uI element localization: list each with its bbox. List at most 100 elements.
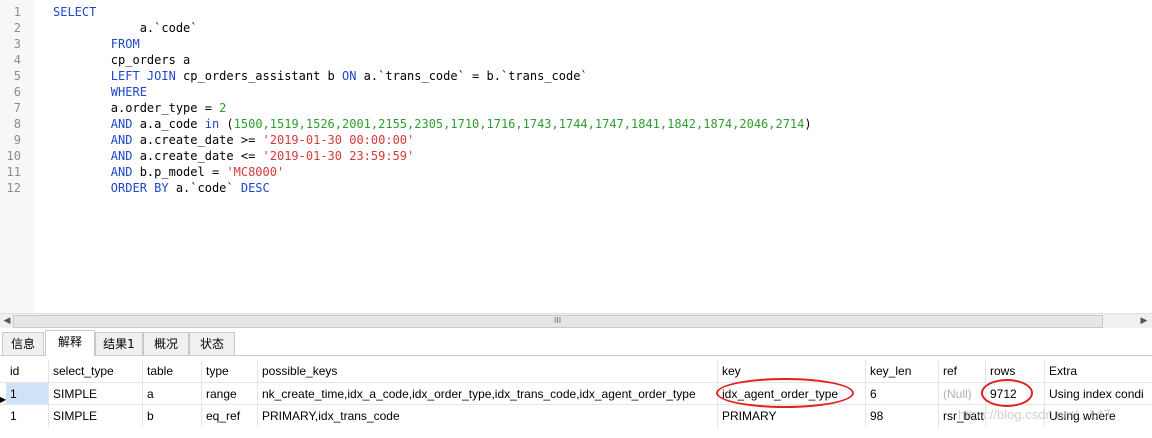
code-token: a.a_code [132, 117, 205, 131]
code-token: ORDER BY [110, 181, 169, 195]
code-line[interactable]: 12 ORDER BY a.`code` DESC [0, 180, 1152, 196]
code-token: in [204, 117, 220, 131]
scroll-left-icon[interactable]: ◀ [1, 315, 13, 327]
code-line[interactable]: 10 AND a.create_date <= '2019-01-30 23:5… [0, 148, 1152, 164]
code-text: cp_orders a [53, 52, 190, 68]
cell-table[interactable]: a [143, 383, 202, 405]
column-header-ref[interactable]: ref [939, 360, 986, 382]
cell-select-type[interactable]: SIMPLE [49, 405, 143, 427]
table-row[interactable]: ▶ 1 SIMPLE a range nk_create_time,idx_a_… [0, 382, 1152, 405]
code-text: AND a.create_date <= '2019-01-30 23:59:5… [53, 148, 414, 164]
code-token: a.`code` [53, 21, 198, 35]
explain-result-grid: id select_type table type possible_keys … [0, 360, 1152, 438]
cell-id[interactable]: 1 [6, 405, 49, 427]
code-token: WHERE [110, 85, 147, 99]
line-number: 3 [13, 37, 21, 51]
scrollbar-grip-icon: III [554, 316, 562, 325]
tab-info[interactable]: 信息 [2, 332, 44, 355]
code-line[interactable]: 5 LEFT JOIN cp_orders_assistant b ON a.`… [0, 68, 1152, 84]
code-text: LEFT JOIN cp_orders_assistant b ON a.`tr… [53, 68, 588, 84]
code-line[interactable]: 6 WHERE [0, 84, 1152, 100]
cell-key-len[interactable]: 6 [866, 383, 939, 405]
column-header-extra[interactable]: Extra [1045, 360, 1152, 382]
code-text: a.order_type = 2 [53, 100, 227, 116]
code-token: cp_orders a [53, 53, 191, 67]
code-text: AND b.p_model = 'MC8000' [53, 164, 284, 180]
column-header-type[interactable]: type [202, 360, 258, 382]
code-line[interactable]: 7 a.order_type = 2 [0, 100, 1152, 116]
scroll-right-icon[interactable]: ▶ [1138, 315, 1150, 327]
grid-header-row: id select_type table type possible_keys … [0, 360, 1152, 382]
code-token: a.create_date <= [132, 149, 263, 163]
line-number: 5 [13, 69, 21, 83]
code-text: ORDER BY a.`code` DESC [53, 180, 270, 196]
code-line[interactable]: 9 AND a.create_date >= '2019-01-30 00:00… [0, 132, 1152, 148]
column-header-table[interactable]: table [143, 360, 202, 382]
code-token: LEFT JOIN [110, 69, 176, 83]
code-line[interactable]: 1 SELECT [0, 4, 1152, 20]
cell-rows[interactable]: 9712 [986, 383, 1045, 405]
line-number: 2 [13, 21, 21, 35]
cell-select-type[interactable]: SIMPLE [49, 383, 143, 405]
tab-overview[interactable]: 概况 [143, 332, 189, 355]
line-number: 1 [13, 5, 21, 19]
code-line[interactable]: 2 a.`code` [0, 20, 1152, 36]
cell-ref[interactable]: (Null) [939, 383, 986, 405]
code-token: AND [110, 149, 133, 163]
cell-key[interactable]: idx_agent_order_type [718, 383, 866, 405]
code-token: 2 [219, 101, 227, 115]
line-number: 11 [6, 165, 21, 179]
code-token: 1500,1519,1526,2001,2155,2305,1710,1716,… [233, 117, 805, 131]
line-number: 6 [13, 85, 21, 99]
cell-possible-keys[interactable]: PRIMARY,idx_trans_code [258, 405, 718, 427]
cell-key-len[interactable]: 98 [866, 405, 939, 427]
column-header-possible-keys[interactable]: possible_keys [258, 360, 718, 382]
cell-type[interactable]: range [202, 383, 258, 405]
code-text: AND a.a_code in (1500,1519,1526,2001,215… [53, 116, 812, 132]
code-token: cp_orders_assistant b [175, 69, 342, 83]
code-line[interactable]: 3 FROM [0, 36, 1152, 52]
line-number: 12 [6, 181, 21, 195]
code-token: AND [110, 117, 133, 131]
sql-editor[interactable]: 1 SELECT 2 a.`code` 3 FROM 4 cp_orders a5 LE… [0, 0, 1152, 313]
tab-explain[interactable]: 解释 [45, 330, 95, 356]
column-header-id[interactable]: id [6, 360, 49, 382]
line-number: 7 [13, 101, 21, 115]
cell-table[interactable]: b [143, 405, 202, 427]
tab-result1[interactable]: 结果1 [95, 332, 143, 355]
horizontal-scrollbar[interactable]: ◀ III ▶ [0, 313, 1152, 328]
code-line[interactable]: 11 AND b.p_model = 'MC8000' [0, 164, 1152, 180]
column-header-key[interactable]: key [718, 360, 866, 382]
column-header-key-len[interactable]: key_len [866, 360, 939, 382]
result-tabs: 信息 解释 结果1 概况 状态 [0, 329, 1152, 356]
column-header-select-type[interactable]: select_type [49, 360, 143, 382]
code-token: SELECT [53, 5, 97, 19]
code-token: a.`code` [168, 181, 241, 195]
code-line[interactable]: 4 cp_orders a [0, 52, 1152, 68]
code-text: WHERE [53, 84, 147, 100]
code-text: AND a.create_date >= '2019-01-30 00:00:0… [53, 132, 414, 148]
code-token: DESC [240, 181, 270, 195]
tab-status[interactable]: 状态 [189, 332, 235, 355]
watermark: https://blog.csdn.net/...147 [958, 407, 1111, 422]
code-token: a.create_date >= [132, 133, 263, 147]
code-text: FROM [53, 36, 140, 52]
scrollbar-thumb[interactable]: III [13, 315, 1103, 328]
line-number: 9 [13, 133, 21, 147]
code-line[interactable]: 8 AND a.a_code in (1500,1519,1526,2001,2… [0, 116, 1152, 132]
cell-key[interactable]: PRIMARY [718, 405, 866, 427]
column-header-rows[interactable]: rows [986, 360, 1045, 382]
cell-id[interactable]: 1 [6, 383, 49, 405]
cell-possible-keys[interactable]: nk_create_time,idx_a_code,idx_order_type… [258, 383, 718, 405]
cell-type[interactable]: eq_ref [202, 405, 258, 427]
code-token: b.p_model = [132, 165, 227, 179]
cell-extra[interactable]: Using index condi [1045, 383, 1152, 405]
code-token: a.order_type = [53, 101, 220, 115]
